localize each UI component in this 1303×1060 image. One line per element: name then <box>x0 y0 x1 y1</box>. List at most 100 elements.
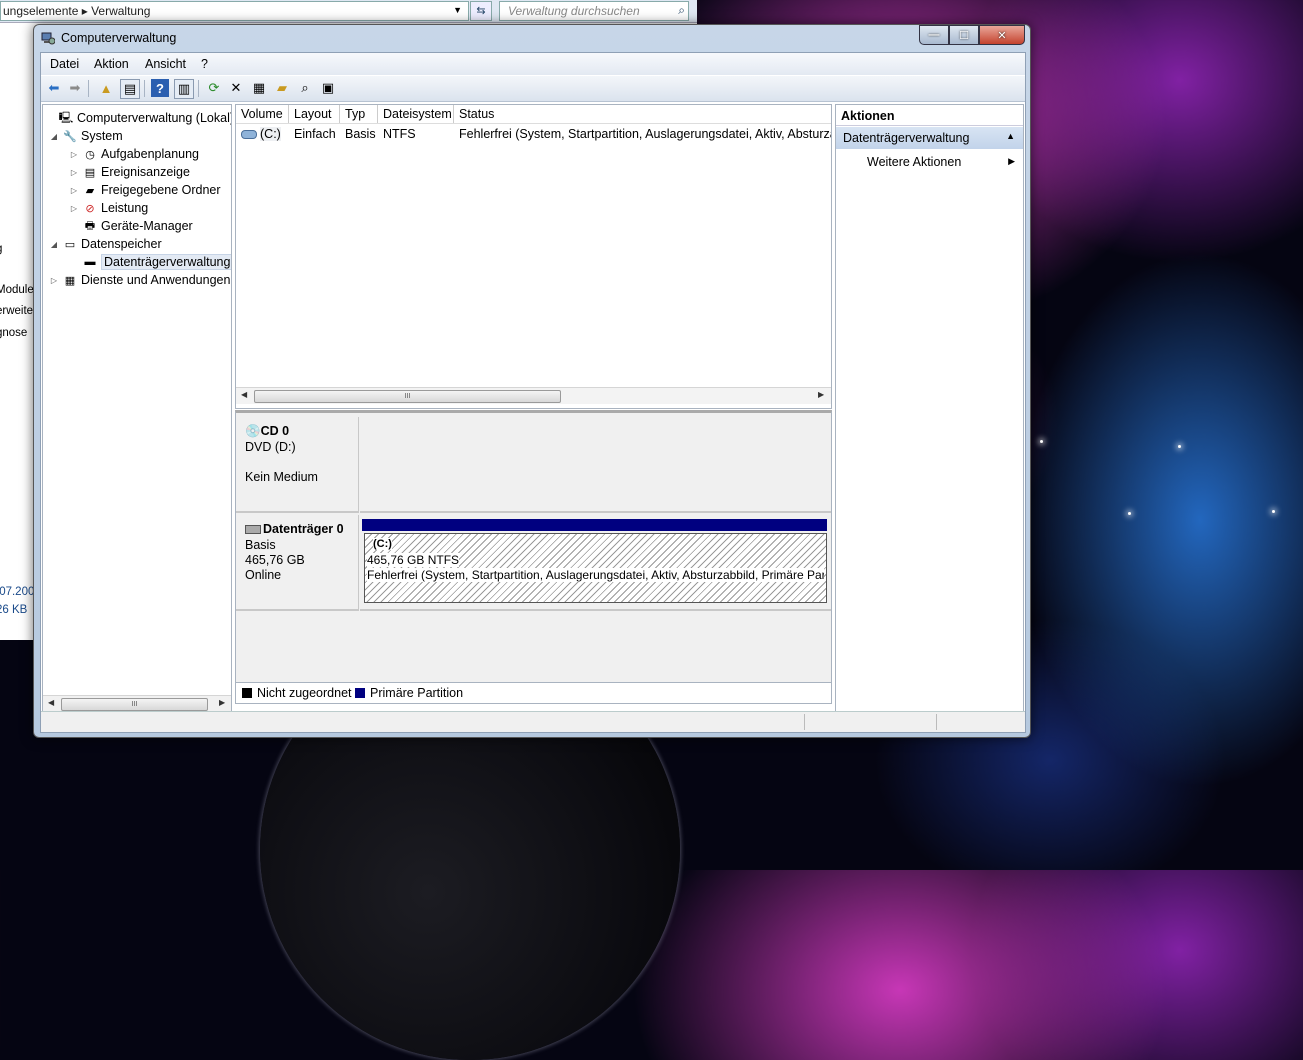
minimize-button[interactable]: — <box>919 25 949 45</box>
window-title: Computerverwaltung <box>61 31 177 45</box>
disk0-type: Basis <box>245 538 276 552</box>
tree-node-datentraegerverwaltung[interactable]: ▬ Datenträgerverwaltung <box>69 253 231 271</box>
expand-icon[interactable]: ▷ <box>69 204 79 213</box>
search-icon[interactable]: ⌕ <box>296 79 314 97</box>
column-layout[interactable]: Layout <box>289 105 340 123</box>
list-item: .07.200 <box>0 586 35 598</box>
scroll-left-icon[interactable]: ◀ <box>48 698 54 707</box>
tree-label: Leistung <box>101 201 149 215</box>
column-status[interactable]: Status <box>454 105 831 123</box>
tree-horizontal-scrollbar[interactable]: ◀ III ▶ <box>43 695 231 712</box>
menu-ansicht[interactable]: Ansicht <box>145 57 186 71</box>
tree-node-datenspeicher[interactable]: ◢ ▭ Datenspeicher <box>49 235 162 253</box>
properties-icon[interactable]: ▦ <box>250 79 268 97</box>
list-item: Module <box>0 284 34 296</box>
cd-disk-label[interactable]: 💿CD 0 DVD (D:) Kein Medium <box>236 417 359 513</box>
tree-label: Datenträgerverwaltung <box>101 254 231 270</box>
show-hide-action-icon[interactable]: ▥ <box>174 79 194 99</box>
tree-node-aufgabenplanung[interactable]: ▷ ◷ Aufgabenplanung <box>69 145 199 163</box>
expand-icon[interactable]: ▷ <box>69 168 79 177</box>
settings-icon[interactable]: ▣ <box>319 79 337 97</box>
scroll-left-icon[interactable]: ◀ <box>241 390 247 399</box>
scroll-thumb[interactable]: III <box>61 698 208 711</box>
tools-icon: 🔧 <box>63 130 77 143</box>
forward-icon[interactable]: ➡ <box>66 79 84 97</box>
maximize-button[interactable]: ☐ <box>949 25 979 45</box>
column-volume[interactable]: Volume <box>236 105 289 123</box>
expand-icon[interactable]: ▷ <box>69 186 79 195</box>
refresh-icon[interactable]: ⇆ <box>470 1 492 21</box>
computer-management-window[interactable]: Computerverwaltung — ☐ ✕ Datei Aktion An… <box>33 24 1031 738</box>
desktop-star <box>1272 510 1275 513</box>
tree-node-freigegebene-ordner[interactable]: ▷ ▰ Freigegebene Ordner <box>69 181 221 199</box>
tree-node-leistung[interactable]: ▷ ⊘ Leistung <box>69 199 148 217</box>
event-viewer-icon: ▤ <box>84 166 96 179</box>
performance-icon: ⊘ <box>85 202 95 215</box>
cd-disk-name: 💿CD 0 <box>245 424 290 438</box>
tree-label: Geräte-Manager <box>101 219 193 233</box>
disk0-size: 465,76 GB <box>245 553 305 567</box>
column-dateisystem[interactable]: Dateisystem <box>378 105 454 123</box>
toolbar-separator <box>144 80 145 97</box>
address-bar: ungselemente ▸ Verwaltung ▼ ⇆ Verwaltung… <box>0 0 697 23</box>
address-input[interactable]: ungselemente ▸ Verwaltung ▼ <box>0 1 469 21</box>
scroll-right-icon[interactable]: ▶ <box>818 390 824 399</box>
window-client-area: Datei Aktion Ansicht ? ⬅ ➡ ▲ ▤ ? ▥ ⟳ ✕ ▦… <box>40 52 1026 733</box>
list-item: 26 KB <box>0 604 28 616</box>
collapse-icon[interactable]: ◢ <box>49 240 59 249</box>
cd-drive-icon: 💿 <box>245 424 261 438</box>
back-icon[interactable]: ⬅ <box>45 79 63 97</box>
address-text: ungselemente ▸ Verwaltung <box>3 4 151 18</box>
status-separator <box>936 714 937 730</box>
tree-node-root[interactable]: 🖳 Computerverwaltung (Lokal) <box>45 109 231 127</box>
volume-name: (C:) <box>260 127 281 141</box>
delete-icon[interactable]: ✕ <box>227 79 245 97</box>
scroll-right-icon[interactable]: ▶ <box>219 698 225 707</box>
actions-pane: Aktionen Datenträgerverwaltung ▲ Weitere… <box>835 104 1024 714</box>
menu-datei[interactable]: Datei <box>50 57 79 71</box>
help-icon[interactable]: ? <box>151 79 169 97</box>
disk0-label[interactable]: Datenträger 0 Basis 465,76 GB Online <box>236 515 359 611</box>
menu-aktion[interactable]: Aktion <box>94 57 129 71</box>
tree-node-geraete-manager[interactable]: 🖶 Geräte-Manager <box>69 217 193 235</box>
collapse-icon[interactable]: ◢ <box>49 132 59 141</box>
tree-node-dienste[interactable]: ▷ ▦ Dienste und Anwendungen <box>49 271 231 289</box>
navigation-tree: 🖳 Computerverwaltung (Lokal) ◢ 🔧 System … <box>42 104 232 714</box>
partition-status: Fehlerfrei (System, Startpartition, Ausl… <box>367 568 824 582</box>
close-button[interactable]: ✕ <box>979 25 1025 45</box>
actions-section-header[interactable]: Datenträgerverwaltung ▲ <box>836 127 1023 149</box>
partition-c[interactable]: (C:) 465,76 GB NTFS Fehlerfrei (System, … <box>364 533 827 603</box>
expand-icon[interactable]: ▷ <box>49 276 59 285</box>
refresh-icon[interactable]: ⟳ <box>205 79 223 97</box>
actions-header: Aktionen <box>836 105 1023 126</box>
disk0-name: Datenträger 0 <box>245 522 344 536</box>
computer-management-icon: 🖳 <box>58 111 74 124</box>
show-hide-tree-icon[interactable]: ▤ <box>120 79 140 99</box>
menu-bar: Datei Aktion Ansicht ? <box>41 53 1025 75</box>
list-item: g <box>0 243 2 255</box>
device-manager-icon: 🖶 <box>84 219 96 232</box>
tree-node-system[interactable]: ◢ 🔧 System <box>49 127 123 145</box>
search-input[interactable]: Verwaltung durchsuchen ⌕ <box>499 1 689 21</box>
up-folder-icon[interactable]: ▲ <box>97 79 115 97</box>
column-typ[interactable]: Typ <box>340 105 378 123</box>
collapse-up-icon[interactable]: ▲ <box>1006 131 1015 141</box>
tree-node-ereignisanzeige[interactable]: ▷ ▤ Ereignisanzeige <box>69 163 190 181</box>
storage-icon: ▭ <box>64 238 76 251</box>
search-icon[interactable]: ⌕ <box>678 3 685 18</box>
open-icon[interactable]: ▰ <box>273 79 291 97</box>
layout-cell: Einfach <box>294 127 336 141</box>
action-label: Weitere Aktionen <box>867 155 962 169</box>
scroll-thumb[interactable]: III <box>254 390 561 403</box>
tree-label: Dienste und Anwendungen <box>81 273 231 287</box>
address-dropdown-icon[interactable]: ▼ <box>453 5 462 15</box>
volume-list: Volume Layout Typ Dateisystem Status (C:… <box>235 104 832 409</box>
tree-label: Datenspeicher <box>81 237 162 251</box>
list-item: erweite <box>0 305 34 317</box>
tree-label: Aufgabenplanung <box>101 147 200 161</box>
expand-icon[interactable]: ▷ <box>69 150 79 159</box>
action-more-actions[interactable]: Weitere Aktionen ▶ <box>836 153 1023 173</box>
disk0-area: (C:) 465,76 GB NTFS Fehlerfrei (System, … <box>360 515 831 611</box>
volume-horizontal-scrollbar[interactable]: ◀ III ▶ <box>236 387 831 404</box>
menu-help[interactable]: ? <box>201 57 208 71</box>
